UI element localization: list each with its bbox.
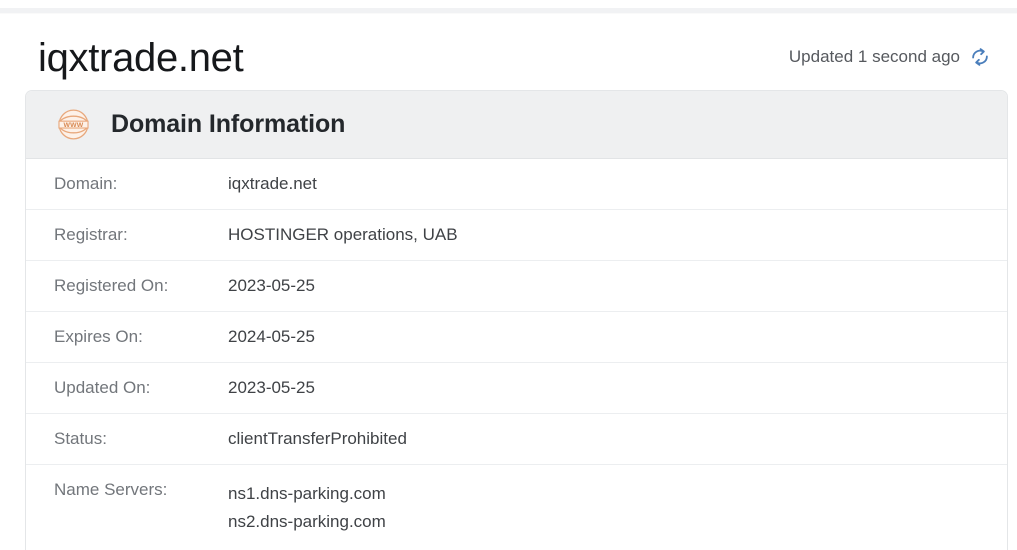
svg-text:WWW: WWW: [64, 122, 84, 129]
row-value: iqxtrade.net: [228, 174, 317, 193]
table-row: Registrar: HOSTINGER operations, UAB: [26, 210, 1007, 261]
www-globe-icon: WWW: [55, 106, 92, 143]
card-body: Domain: iqxtrade.net Registrar: HOSTINGE…: [26, 159, 1007, 550]
updated-status: Updated 1 second ago: [789, 46, 991, 70]
table-row: Expires On: 2024-05-25: [26, 312, 1007, 363]
row-label: Registered On:: [54, 276, 169, 295]
row-label: Registrar:: [54, 225, 128, 244]
row-value: 2023-05-25: [228, 378, 315, 397]
row-value-nameservers: ns1.dns-parking.com ns2.dns-parking.com: [228, 465, 985, 550]
card-header: WWW Domain Information: [26, 91, 1007, 159]
table-row: Name Servers: ns1.dns-parking.com ns2.dns…: [26, 465, 1007, 550]
nameserver-entry: ns2.dns-parking.com: [228, 511, 386, 531]
row-label: Name Servers:: [54, 480, 168, 499]
nameserver-entry: ns1.dns-parking.com: [228, 484, 386, 503]
row-value: 2023-05-25: [228, 276, 315, 295]
table-row: Registered On: 2023-05-25: [26, 261, 1007, 312]
card-title: Domain Information: [111, 110, 346, 138]
row-value: HOSTINGER operations, UAB: [228, 225, 458, 244]
updated-label: Updated 1 second ago: [788, 47, 960, 66]
row-value: 2024-05-25: [228, 327, 315, 346]
page-header: iqxtrade.net Updated 1 second ago: [0, 30, 1017, 86]
row-label: Domain:: [54, 174, 118, 193]
domain-information-card: WWW Domain Information Domain: iqxtrade.…: [25, 90, 1008, 550]
table-row: Domain: iqxtrade.net: [26, 159, 1007, 210]
row-label: Expires On:: [54, 327, 143, 346]
row-label: Status:: [54, 429, 107, 448]
table-row: Status: clientTransferProhibited: [26, 414, 1007, 465]
table-row: Updated On: 2023-05-25: [26, 363, 1007, 414]
row-label: Updated On:: [54, 378, 151, 397]
refresh-icon[interactable]: [969, 46, 991, 68]
page-top-divider-thin: [0, 13, 1017, 14]
page-title: iqxtrade.net: [38, 36, 244, 80]
row-value: clientTransferProhibited: [228, 429, 407, 448]
